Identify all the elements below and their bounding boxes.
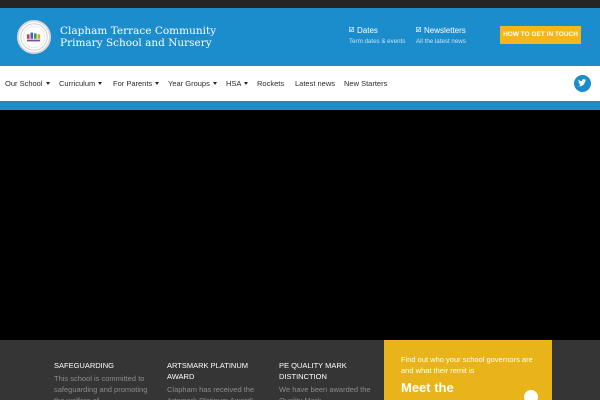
nav-accent-bar xyxy=(0,101,600,110)
footer-column-artsmark[interactable]: ARTSMARK PLATINUM AWARD Clapham has rece… xyxy=(167,360,267,400)
caret-down-icon xyxy=(98,82,103,85)
footer-column-text: This school is committed to safeguarding… xyxy=(54,374,148,400)
nav-item-our-school[interactable]: Our School xyxy=(5,79,50,88)
quick-link-newsletters-subtitle: All the latest news xyxy=(416,38,466,45)
nav-item-curriculum[interactable]: Curriculum xyxy=(59,79,103,88)
nav-item-latest-news[interactable]: Latest news xyxy=(295,79,335,88)
school-crest-icon xyxy=(20,23,48,51)
check-icon xyxy=(349,27,354,32)
site-header: Clapham Terrace Community Primary School… xyxy=(0,8,600,66)
quick-link-dates[interactable]: Dates Term dates & events xyxy=(349,26,405,46)
nav-item-hsa[interactable]: HSA xyxy=(226,79,249,88)
check-icon xyxy=(416,27,421,32)
footer-column-text: Clapham has received the Artsmark Platin… xyxy=(167,385,255,400)
nav-item-label: Our School xyxy=(5,79,43,88)
top-strip xyxy=(0,0,600,8)
nav-item-label: Latest news xyxy=(295,79,336,88)
twitter-button[interactable] xyxy=(574,75,591,92)
caret-down-icon xyxy=(45,82,50,85)
nav-item-label: Curriculum xyxy=(59,79,96,88)
nav-item-new-starters[interactable]: New Starters xyxy=(344,79,387,88)
nav-item-label: HSA xyxy=(226,79,242,88)
nav-item-label: For Parents xyxy=(113,79,153,88)
footer-column-pe-quality-mark[interactable]: PE QUALITY MARK DISTINCTION We have been… xyxy=(279,360,379,400)
caret-down-icon xyxy=(155,82,160,85)
quick-link-newsletters-title: Newsletters xyxy=(424,26,466,35)
school-logo[interactable] xyxy=(17,20,51,54)
meet-governors-card[interactable]: Find out who your school governors are a… xyxy=(384,340,552,400)
arrow-circle-icon[interactable] xyxy=(524,390,538,400)
quick-link-dates-subtitle: Term dates & events xyxy=(349,38,406,45)
footer-column-title: PE QUALITY MARK DISTINCTION xyxy=(279,361,347,381)
caret-down-icon xyxy=(212,82,217,85)
nav-item-rockets[interactable]: Rockets xyxy=(257,79,284,88)
quick-link-dates-title: Dates xyxy=(357,26,378,35)
nav-item-label: Year Groups xyxy=(168,79,210,88)
caret-down-icon xyxy=(244,82,249,85)
twitter-icon xyxy=(578,79,587,87)
governors-heading: Meet the xyxy=(401,380,454,395)
nav-item-year-groups[interactable]: Year Groups xyxy=(168,79,217,88)
footer-column-safeguarding[interactable]: SAFEGUARDING This school is committed to… xyxy=(54,360,154,400)
footer-column-title: ARTSMARK PLATINUM AWARD xyxy=(167,361,248,381)
nav-item-label: Rockets xyxy=(257,79,285,88)
school-name-line-1: Clapham Terrace Community xyxy=(60,25,217,37)
nav-item-for-parents[interactable]: For Parents xyxy=(113,79,160,88)
governors-text: Find out who your school governors are a… xyxy=(401,355,533,375)
footer-column-title: SAFEGUARDING xyxy=(54,361,115,370)
school-name[interactable]: Clapham Terrace Community Primary School… xyxy=(60,25,216,49)
hero-media[interactable] xyxy=(0,110,600,340)
school-name-line-2: Primary School and Nursery xyxy=(60,37,212,49)
get-in-touch-button[interactable]: HOW TO GET IN TOUCH xyxy=(500,26,581,44)
main-nav: Our School Curriculum For Parents Year G… xyxy=(0,66,600,101)
nav-item-label: New Starters xyxy=(344,79,388,88)
quick-link-newsletters[interactable]: Newsletters All the latest news xyxy=(416,26,466,46)
footer-column-text: We have been awarded the Quality Mark xyxy=(279,385,371,400)
